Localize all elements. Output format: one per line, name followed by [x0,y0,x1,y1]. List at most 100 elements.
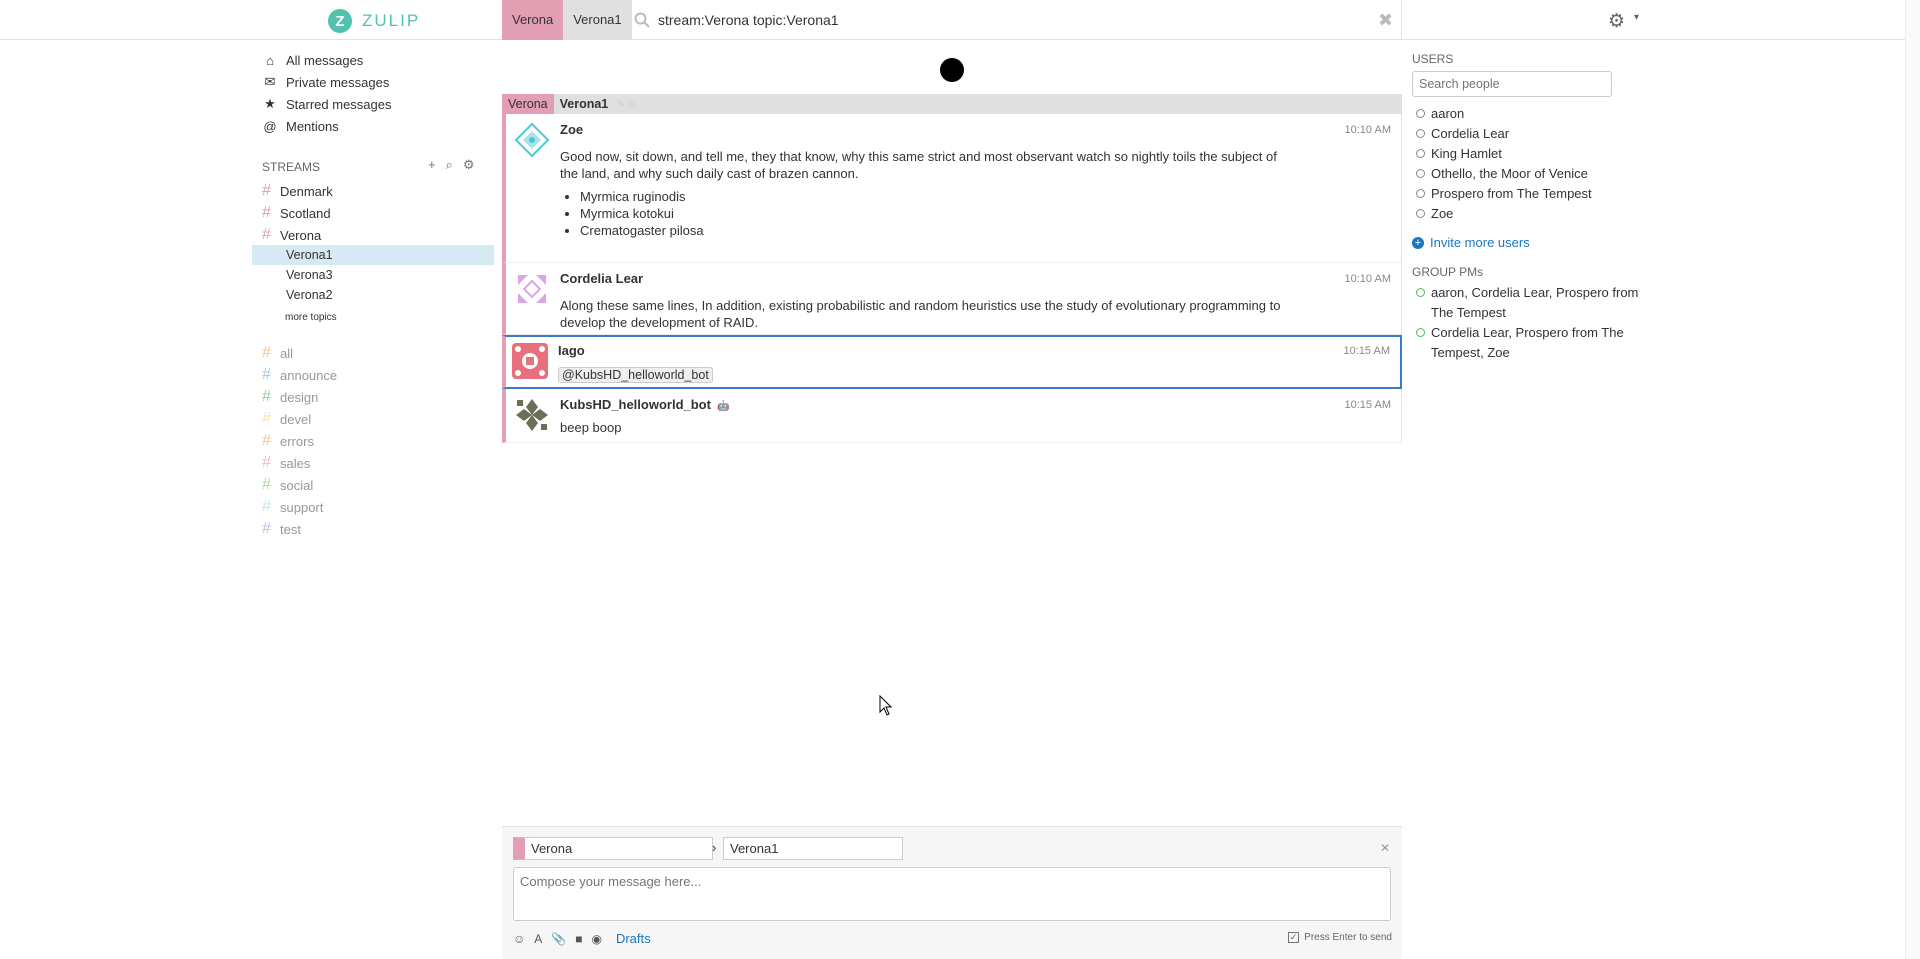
enter-to-send-option[interactable]: ✓ Press Enter to send [1288,932,1392,943]
tab-topic[interactable]: Verona1 [563,0,632,40]
avatar[interactable] [512,343,548,379]
message-time[interactable]: 10:10 AM [1345,124,1391,136]
nav-label: Private messages [286,74,390,90]
user-item[interactable]: Prospero from The Tempest [1416,186,1592,201]
compose-message-textarea[interactable] [513,867,1391,921]
gear-icon[interactable]: ⚙ [1608,10,1625,33]
user-item[interactable]: Othello, the Moor of Venice [1416,166,1588,181]
stream-item-denmark[interactable]: # Denmark [262,181,333,201]
user-name: Cordelia Lear [1431,126,1510,141]
user-item[interactable]: King Hamlet [1416,146,1502,161]
stream-hash-icon: # [262,388,271,405]
message-time[interactable]: 10:15 AM [1344,345,1390,357]
message-sender[interactable]: Iago [558,343,585,358]
group-pm-item[interactable]: aaron, Cordelia Lear, Prospero from The … [1416,283,1646,323]
message-time[interactable]: 10:10 AM [1345,273,1391,285]
video-call-icon[interactable]: ■ [575,932,582,946]
search-people-input[interactable] [1412,71,1612,97]
streams-tools: + ⌕ ⚙ [428,157,475,173]
stream-settings-icon[interactable]: ⚙ [463,157,475,173]
stream-item-sales[interactable]: # sales [262,453,310,473]
zulip-logo[interactable]: Z ZULIP [328,9,420,33]
stream-hash-icon: # [262,204,271,221]
user-item[interactable]: Cordelia Lear [1416,126,1509,141]
emoji-icon[interactable]: ☺ [513,932,525,946]
nav-private-messages[interactable]: ✉ Private messages [262,72,390,92]
message-row[interactable]: Cordelia Lear 10:10 AM Along these same … [502,263,1402,335]
plus-circle-icon: + [1412,236,1424,249]
group-pm-item[interactable]: Cordelia Lear, Prospero from The Tempest… [1416,323,1646,363]
search-icon[interactable] [634,12,650,28]
message-time[interactable]: 10:15 AM [1345,399,1391,411]
topic-item-verona1[interactable]: Verona1 [286,248,333,262]
stream-item-support[interactable]: # support [262,497,323,517]
topic-item-verona2[interactable]: Verona2 [286,288,333,302]
nav-all-messages[interactable]: ⌂ All messages [262,50,363,70]
recipient-bar[interactable]: Verona Verona1 ✎ ◎ [502,94,1402,114]
search-streams-icon[interactable]: ⌕ [446,157,453,173]
stream-item-verona[interactable]: # Verona [262,225,321,245]
checkbox-icon[interactable]: ✓ [1288,932,1300,943]
message-list: Verona Verona1 ✎ ◎ Zoe 10:10 AM Good now… [502,94,1402,443]
chevron-down-icon[interactable]: ▾ [1634,12,1639,23]
stream-item-design[interactable]: # design [262,387,318,407]
stream-item-announce[interactable]: # announce [262,365,337,385]
nav-starred-messages[interactable]: ★ Starred messages [262,94,391,114]
stream-name: sales [280,455,311,471]
stream-item-all[interactable]: # all [262,343,293,363]
avatar[interactable] [514,122,550,158]
loading-indicator [940,58,964,82]
user-item[interactable]: aaron [1416,106,1464,121]
stream-item-scotland[interactable]: # Scotland [262,203,331,223]
close-icon[interactable]: ✕ [1380,841,1390,855]
recipient-stream[interactable]: Verona [502,94,554,114]
recipient-topic[interactable]: Verona1 [560,97,609,111]
message-sender[interactable]: Zoe [560,122,583,137]
compose-topic-input[interactable] [723,837,903,860]
message-sender[interactable]: Cordelia Lear [560,271,643,286]
stream-item-test[interactable]: # test [262,519,301,539]
topic-item-verona3[interactable]: Verona3 [286,268,333,282]
preview-icon[interactable]: ◉ [591,932,601,946]
search-input[interactable]: stream:Verona topic:Verona1 [658,12,839,28]
message-row[interactable]: KubsHD_helloworld_bot 🤖 10:15 AM beep boo… [502,389,1402,443]
scrollbar[interactable] [1905,0,1920,959]
stream-hash-icon: # [262,182,271,199]
formatting-icon[interactable]: A [534,932,542,946]
edit-topic-icon[interactable]: ✎ ◎ [616,99,636,110]
stream-item-devel[interactable]: # devel [262,409,311,429]
compose-stream-input[interactable] [525,838,712,859]
enter-to-send-label: Press Enter to send [1304,932,1392,943]
stream-name: devel [280,411,312,427]
list-item: Crematogaster pilosa [580,222,1290,239]
stream-hash-icon: # [262,344,271,361]
presence-icon [1416,209,1425,218]
stream-item-errors[interactable]: # errors [262,431,314,451]
tab-stream[interactable]: Verona [502,0,564,40]
message-row-selected[interactable]: Iago 10:15 AM @KubsHD_helloworld_bot [502,335,1402,389]
attach-file-icon[interactable]: 📎 [551,932,566,946]
user-item[interactable]: Zoe [1416,206,1453,221]
compose-stream-field[interactable] [513,837,713,860]
drafts-link[interactable]: Drafts [616,931,651,946]
more-topics-link[interactable]: more topics [285,312,337,323]
avatar[interactable] [514,271,550,307]
message-row[interactable]: Zoe 10:10 AM Good now, sit down, and tel… [502,114,1402,263]
nav-mentions[interactable]: @ Mentions [262,116,339,136]
stream-name: Scotland [280,205,331,221]
search-close-icon[interactable]: ✖ [1378,10,1393,31]
user-mention[interactable]: @KubsHD_helloworld_bot [558,367,713,383]
stream-item-social[interactable]: # social [262,475,313,495]
envelope-icon: ✉ [264,74,276,89]
group-pm-label: aaron, Cordelia Lear, Prospero from The … [1431,285,1639,320]
group-pm-label: Cordelia Lear, Prospero from The Tempest… [1431,325,1624,360]
nav-label: Mentions [286,118,339,134]
add-stream-icon[interactable]: + [428,157,436,173]
message-sender[interactable]: KubsHD_helloworld_bot 🤖 [560,397,729,412]
avatar[interactable] [514,397,550,433]
stream-hash-icon: # [262,520,271,537]
stream-name: errors [280,433,314,449]
narrow-tabs: Verona Verona1 [502,0,632,40]
streams-header[interactable]: STREAMS [262,160,320,174]
invite-users-link[interactable]: + Invite more users [1412,235,1530,250]
